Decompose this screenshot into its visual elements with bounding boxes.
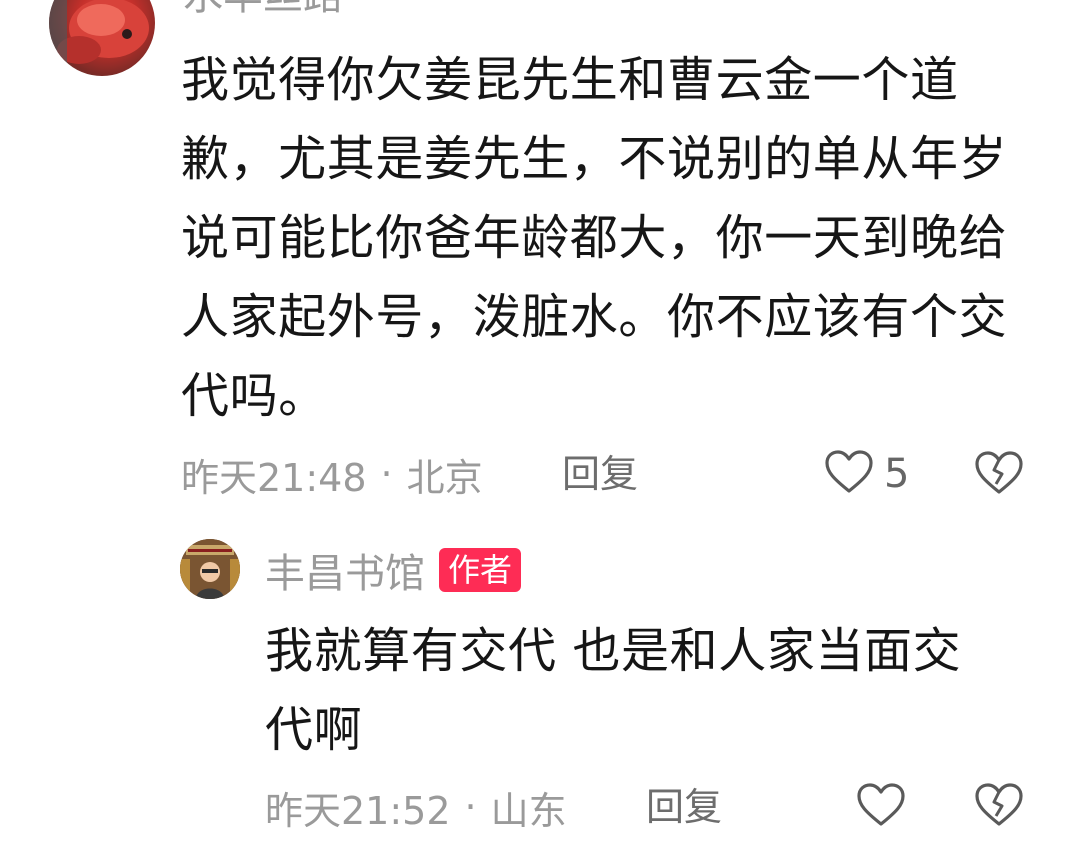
- reply-button[interactable]: 回复: [562, 448, 638, 500]
- avatar-image: [49, 0, 149, 76]
- avatar[interactable]: [180, 539, 240, 599]
- reply-header: 丰昌书馆 作者: [265, 545, 522, 597]
- author-badge: 作者: [439, 548, 522, 592]
- dislike-button[interactable]: [974, 450, 1024, 500]
- dislike-button[interactable]: [974, 782, 1024, 832]
- broken-heart-icon: [974, 451, 1024, 500]
- avatar[interactable]: [49, 0, 155, 76]
- reply-meta: 昨天21:52 · 山东: [265, 780, 567, 834]
- heart-outline-icon: [824, 449, 874, 499]
- heart-outline-icon: [856, 783, 906, 832]
- comment-text: 我觉得你欠姜昆先生和曹云金一个道歉，尤其是姜先生，不说别的单从年岁说可能比你爸年…: [181, 52, 1008, 424]
- comment-location: 北京: [406, 455, 483, 500]
- reply-text: 我就算有交代 也是和人家当面交代啊: [265, 623, 962, 758]
- like-button[interactable]: 5: [824, 448, 909, 500]
- avatar-image: [180, 539, 240, 599]
- meta-separator: ·: [464, 785, 477, 829]
- reply-username[interactable]: 丰昌书馆: [265, 541, 425, 599]
- like-button[interactable]: [856, 782, 906, 832]
- reply-button[interactable]: 回复: [646, 780, 722, 834]
- like-count: 5: [884, 451, 910, 497]
- comment-time: 昨天21:48: [181, 455, 367, 500]
- reply-location: 山东: [490, 788, 567, 833]
- meta-separator: ·: [380, 452, 393, 496]
- reply-time: 昨天21:52: [265, 788, 451, 833]
- comment-username[interactable]: 水羊丝路: [183, 0, 343, 16]
- broken-heart-icon: [974, 783, 1024, 832]
- comment-meta: 昨天21:48 · 北京: [181, 448, 483, 500]
